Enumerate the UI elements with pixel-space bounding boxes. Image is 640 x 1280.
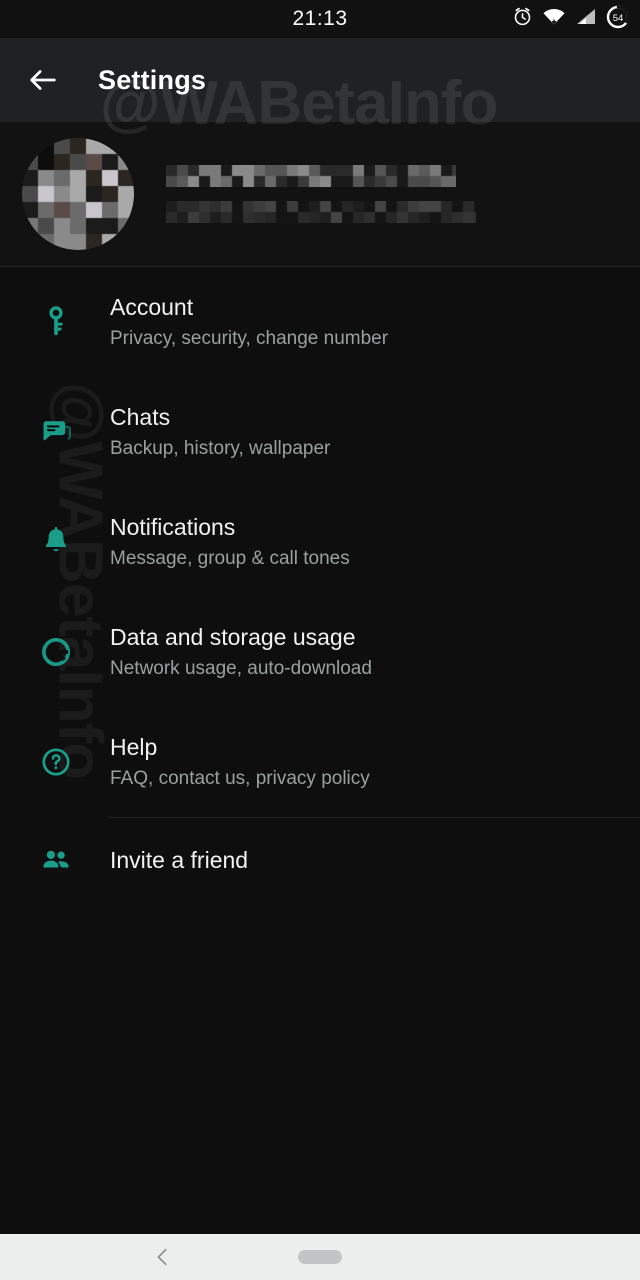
battery-percent-label: 54	[613, 13, 624, 24]
settings-item-subtitle: Network usage, auto-download	[110, 655, 372, 682]
settings-item-text: Chats Backup, history, wallpaper	[110, 402, 330, 462]
back-arrow-icon[interactable]	[26, 63, 60, 97]
settings-item-title: Help	[110, 732, 370, 762]
status-time: 21:13	[292, 7, 347, 31]
profile-text	[166, 165, 618, 223]
settings-item-subtitle: FAQ, contact us, privacy policy	[110, 765, 370, 792]
people-group-icon	[36, 840, 76, 880]
page-title: Settings	[98, 65, 206, 96]
app-bar: Settings	[0, 38, 640, 122]
battery-icon[interactable]: 54	[606, 5, 630, 34]
key-icon	[36, 302, 76, 342]
profile-name-redacted	[166, 165, 618, 187]
settings-item-help[interactable]: Help FAQ, contact us, privacy policy	[0, 707, 640, 817]
settings-item-title: Account	[110, 292, 388, 322]
settings-item-chats[interactable]: Chats Backup, history, wallpaper	[0, 377, 640, 487]
system-nav-bar	[0, 1234, 640, 1280]
profile-status-redacted	[166, 201, 618, 223]
settings-item-title: Data and storage usage	[110, 622, 372, 652]
settings-item-text: Help FAQ, contact us, privacy policy	[110, 732, 370, 792]
settings-item-title: Invite a friend	[110, 845, 248, 875]
settings-item-text: Notifications Message, group & call tone…	[110, 512, 350, 572]
settings-item-notifications[interactable]: Notifications Message, group & call tone…	[0, 487, 640, 597]
profile-row[interactable]	[0, 122, 640, 266]
divider-invite	[108, 817, 640, 818]
wifi-icon	[542, 6, 566, 32]
settings-item-account[interactable]: Account Privacy, security, change number	[0, 267, 640, 377]
settings-item-text: Data and storage usage Network usage, au…	[110, 622, 372, 682]
status-bar: 21:13	[0, 0, 640, 38]
settings-item-text: Account Privacy, security, change number	[110, 292, 388, 352]
settings-list: Account Privacy, security, change number…	[0, 267, 640, 902]
settings-item-subtitle: Message, group & call tones	[110, 545, 350, 572]
help-question-icon	[36, 742, 76, 782]
settings-item-subtitle: Backup, history, wallpaper	[110, 435, 330, 462]
bell-icon	[36, 522, 76, 562]
settings-item-title: Notifications	[110, 512, 350, 542]
settings-item-subtitle: Privacy, security, change number	[110, 325, 388, 352]
settings-item-text: Invite a friend	[110, 845, 248, 875]
avatar[interactable]	[22, 138, 134, 250]
settings-item-title: Chats	[110, 402, 330, 432]
nav-home-pill[interactable]	[298, 1250, 342, 1264]
settings-screen: 21:13	[0, 0, 640, 1280]
settings-item-data-storage[interactable]: Data and storage usage Network usage, au…	[0, 597, 640, 707]
cellular-signal-icon	[575, 6, 597, 32]
data-usage-donut-icon	[36, 632, 76, 672]
chat-bubble-icon	[36, 412, 76, 452]
status-icons: 54	[512, 0, 630, 38]
settings-item-invite-a-friend[interactable]: Invite a friend	[0, 818, 640, 902]
nav-back-chevron-icon[interactable]	[152, 1246, 174, 1268]
alarm-clock-icon	[512, 6, 533, 32]
